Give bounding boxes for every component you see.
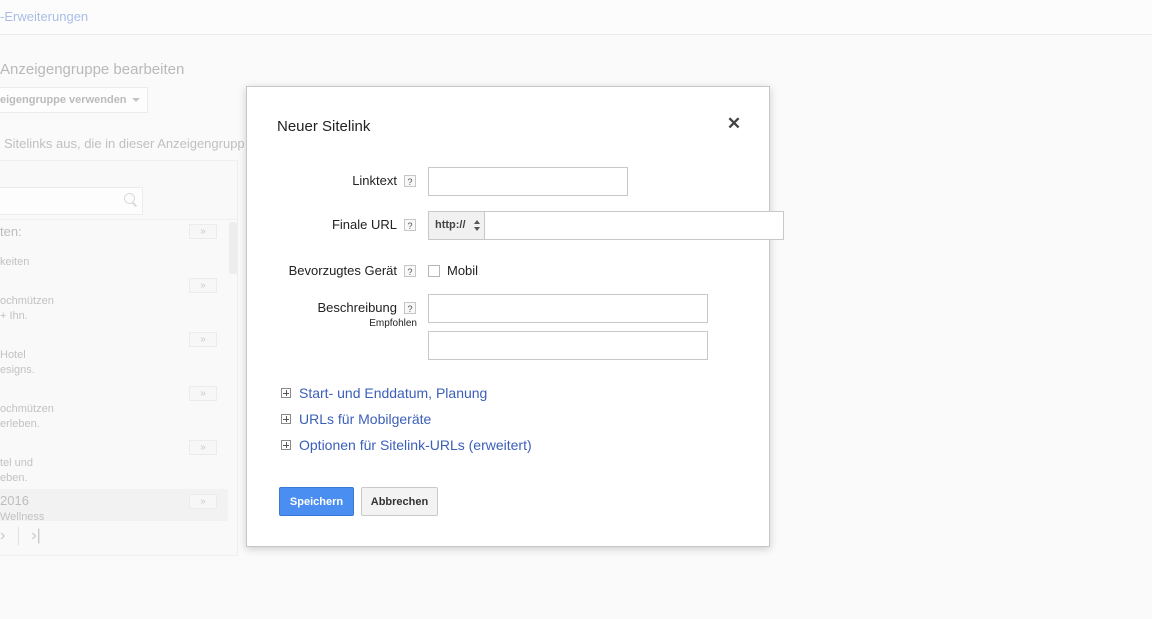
help-icon[interactable]: ? — [404, 175, 416, 187]
description-line2-input[interactable] — [428, 331, 708, 360]
device-label: Bevorzugtes Gerät — [288, 263, 397, 278]
divider — [0, 219, 238, 220]
next-page-icon[interactable]: › — [0, 527, 5, 544]
list-search-input[interactable] — [0, 187, 143, 215]
top-header: -Erweiterungen — [0, 0, 1152, 35]
final-url-label: Finale URL — [331, 217, 397, 232]
list-item[interactable]: ochmützen erleben. — [0, 402, 228, 432]
description-label: Beschreibung — [317, 300, 398, 315]
page-description: Sitelinks aus, die in dieser Anzeigengru… — [4, 136, 245, 151]
add-item-button[interactable]: » — [189, 332, 217, 347]
page-title: Anzeigengruppe bearbeiten — [0, 61, 185, 78]
help-icon[interactable]: ? — [404, 265, 416, 277]
save-button[interactable]: Speichern — [279, 487, 354, 516]
linktext-input[interactable] — [428, 167, 628, 196]
expand-plus-icon[interactable] — [281, 440, 291, 450]
add-all-button[interactable]: » — [189, 224, 217, 239]
description-line1-input[interactable] — [428, 294, 708, 323]
list-item[interactable]: tel und eben. — [0, 456, 228, 486]
list-item[interactable]: Hotel esigns. — [0, 348, 228, 378]
final-url-input[interactable] — [484, 211, 784, 240]
url-options-expander-link[interactable]: Optionen für Sitelink-URLs (erweitert) — [299, 437, 532, 453]
mobile-checkbox-label[interactable]: Mobil — [447, 263, 478, 278]
add-item-button[interactable]: » — [189, 278, 217, 293]
adgroup-dropdown-label: eigengruppe verwenden — [0, 94, 127, 106]
up-down-arrows-icon — [474, 220, 481, 231]
expand-plus-icon[interactable] — [281, 414, 291, 424]
adgroup-dropdown[interactable]: eigengruppe verwenden — [0, 87, 148, 113]
divider — [17, 527, 19, 545]
list-item[interactable]: 2016 Wellness — [0, 493, 228, 525]
protocol-value: http:// — [435, 219, 466, 231]
new-sitelink-dialog: Neuer Sitelink ✕ Linktext ? Finale URL ?… — [246, 86, 784, 547]
add-item-button[interactable]: » — [189, 440, 217, 455]
pager: › ›| — [0, 527, 41, 545]
linktext-label: Linktext — [352, 173, 397, 188]
mobile-urls-expander-link[interactable]: URLs für Mobilgeräte — [299, 411, 431, 427]
schedule-expander-link[interactable]: Start- und Enddatum, Planung — [299, 385, 487, 401]
description-hint: Empfohlen — [369, 318, 417, 329]
last-page-icon[interactable]: ›| — [31, 527, 40, 544]
dialog-title: Neuer Sitelink — [277, 118, 371, 135]
caret-down-icon — [131, 98, 140, 103]
expand-plus-icon[interactable] — [281, 388, 291, 398]
list-item[interactable]: ochmützen + Ihn. — [0, 294, 228, 324]
protocol-select[interactable]: http:// — [428, 211, 485, 240]
help-icon[interactable]: ? — [404, 302, 416, 314]
header-link-extensions[interactable]: -Erweiterungen — [0, 9, 88, 24]
cancel-button[interactable]: Abbrechen — [361, 487, 438, 516]
mobile-checkbox[interactable] — [428, 265, 440, 277]
search-icon — [124, 193, 135, 204]
close-icon[interactable]: ✕ — [724, 114, 744, 134]
add-item-button[interactable]: » — [189, 386, 217, 401]
list-item[interactable]: keiten — [0, 255, 228, 270]
list-scrollbar[interactable] — [229, 222, 237, 274]
help-icon[interactable]: ? — [404, 219, 416, 231]
